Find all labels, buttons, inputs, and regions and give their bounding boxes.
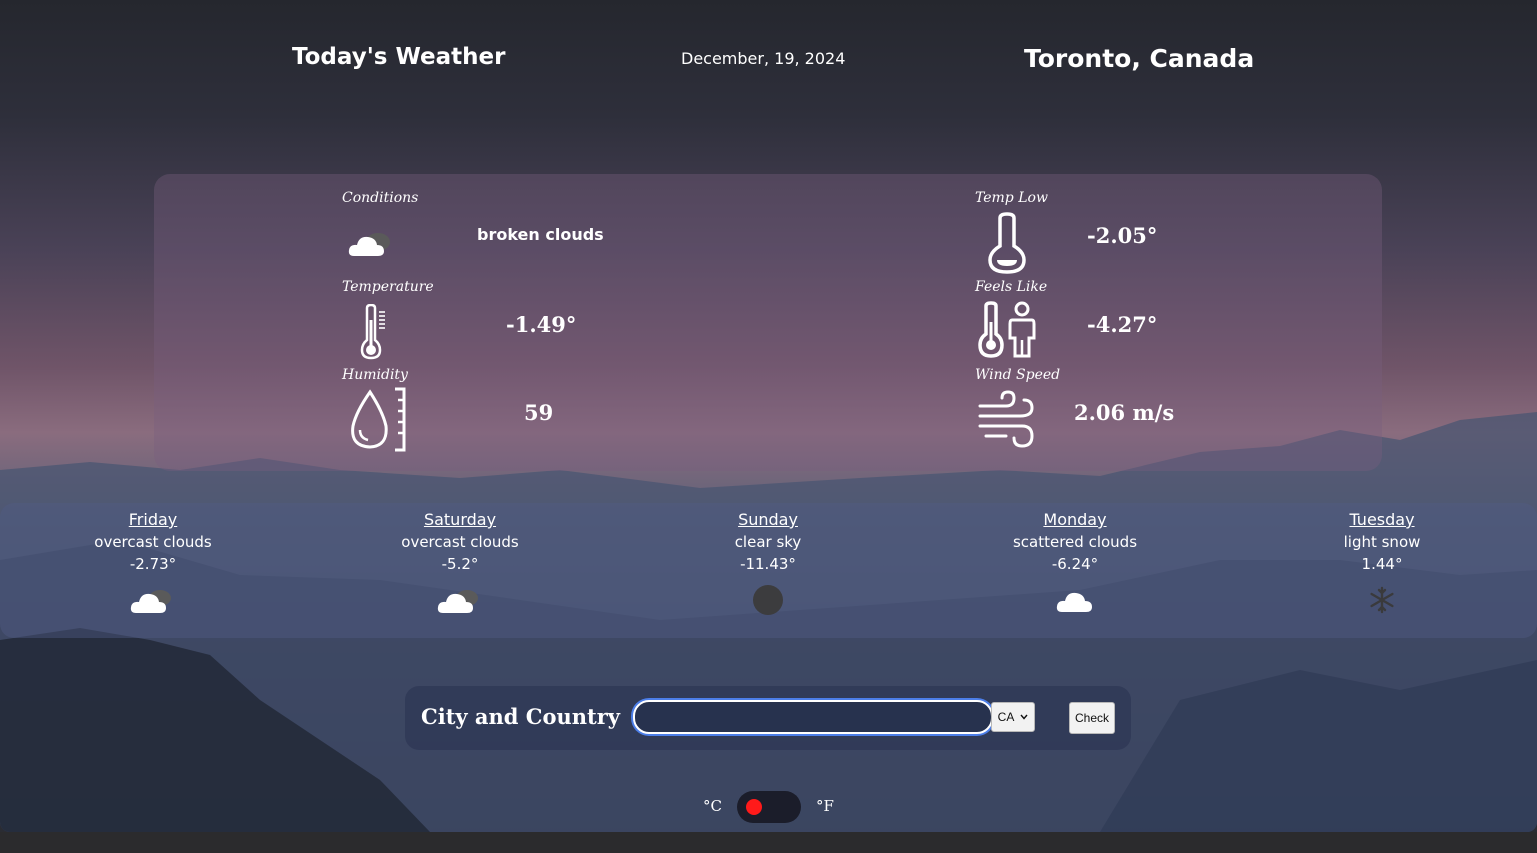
page-title: Today's Weather <box>292 44 506 70</box>
forecast-day-name[interactable]: Friday <box>43 509 263 531</box>
forecast-temperature: -5.2° <box>441 555 479 573</box>
forecast-temperature: -2.73° <box>129 555 177 573</box>
fahrenheit-label: °F <box>816 797 834 815</box>
forecast-temperature: 1.44° <box>1361 555 1403 573</box>
feels-like-value: -4.27° <box>1087 312 1158 337</box>
broken-clouds-icon <box>348 233 390 256</box>
snowflake-icon <box>1370 586 1394 614</box>
clear-sky-icon <box>753 585 783 615</box>
forecast-description: overcast clouds <box>401 533 519 551</box>
location-title: Toronto, Canada <box>1024 44 1255 73</box>
forecast-day-name[interactable]: Saturday <box>350 509 570 531</box>
current-date: December, 19, 2024 <box>681 49 846 68</box>
window-bottom-strip <box>0 832 1537 853</box>
temperature-label: Temperature <box>342 279 434 295</box>
thermometer-low-icon <box>988 212 1026 274</box>
forecast-day-card: Tuesday light snow 1.44° <box>1272 509 1492 615</box>
app-background: Today's Weather December, 19, 2024 Toron… <box>0 0 1537 832</box>
chevron-down-icon <box>1020 714 1028 720</box>
overcast-clouds-icon <box>437 590 478 613</box>
humidity-icon <box>351 387 406 452</box>
feels-like-label: Feels Like <box>975 279 1048 295</box>
check-button[interactable]: Check <box>1069 702 1115 734</box>
wind-speed-label: Wind Speed <box>975 367 1061 383</box>
forecast-temperature: -6.24° <box>1051 555 1099 573</box>
current-weather-panel: Conditions broken clouds Temperature -1.… <box>154 174 1382 471</box>
forecast-day-name[interactable]: Tuesday <box>1272 509 1492 531</box>
forecast-day-name[interactable]: Sunday <box>658 509 878 531</box>
scattered-clouds-icon <box>1056 592 1092 612</box>
country-select[interactable]: CA <box>991 702 1035 732</box>
forecast-description: clear sky <box>734 533 802 551</box>
temp-low-value: -2.05° <box>1087 223 1158 248</box>
conditions-label: Conditions <box>342 190 419 206</box>
search-form: City and Country CA Check <box>405 686 1131 750</box>
humidity-label: Humidity <box>342 367 408 383</box>
humidity-value: 59 <box>524 400 554 425</box>
overcast-clouds-icon <box>130 590 171 613</box>
thermometer-icon <box>360 304 385 360</box>
temp-low-label: Temp Low <box>975 190 1048 206</box>
forecast-description: overcast clouds <box>94 533 212 551</box>
wind-icon <box>978 390 1034 448</box>
celsius-label: °C <box>703 797 722 815</box>
forecast-day-card: Friday overcast clouds -2.73° <box>43 509 263 615</box>
search-label: City and Country <box>421 704 620 729</box>
five-day-forecast: Friday overcast clouds -2.73° Saturday o… <box>0 503 1537 638</box>
country-select-value: CA <box>997 710 1015 724</box>
unit-toggle[interactable] <box>737 791 801 823</box>
unit-toggle-knob <box>746 799 762 815</box>
forecast-day-card: Sunday clear sky -11.43° <box>658 509 878 615</box>
feels-like-icon <box>978 301 1036 358</box>
temperature-value: -1.49° <box>506 312 577 337</box>
city-country-input[interactable] <box>633 700 993 734</box>
conditions-value: broken clouds <box>477 225 604 244</box>
wind-speed-value: 2.06 m/s <box>1074 400 1175 425</box>
forecast-day-card: Monday scattered clouds -6.24° <box>965 509 1185 615</box>
forecast-description: scattered clouds <box>1012 533 1138 551</box>
forecast-description: light snow <box>1343 533 1421 551</box>
forecast-day-card: Saturday overcast clouds -5.2° <box>350 509 570 615</box>
forecast-temperature: -11.43° <box>740 555 796 573</box>
forecast-day-name[interactable]: Monday <box>965 509 1185 531</box>
